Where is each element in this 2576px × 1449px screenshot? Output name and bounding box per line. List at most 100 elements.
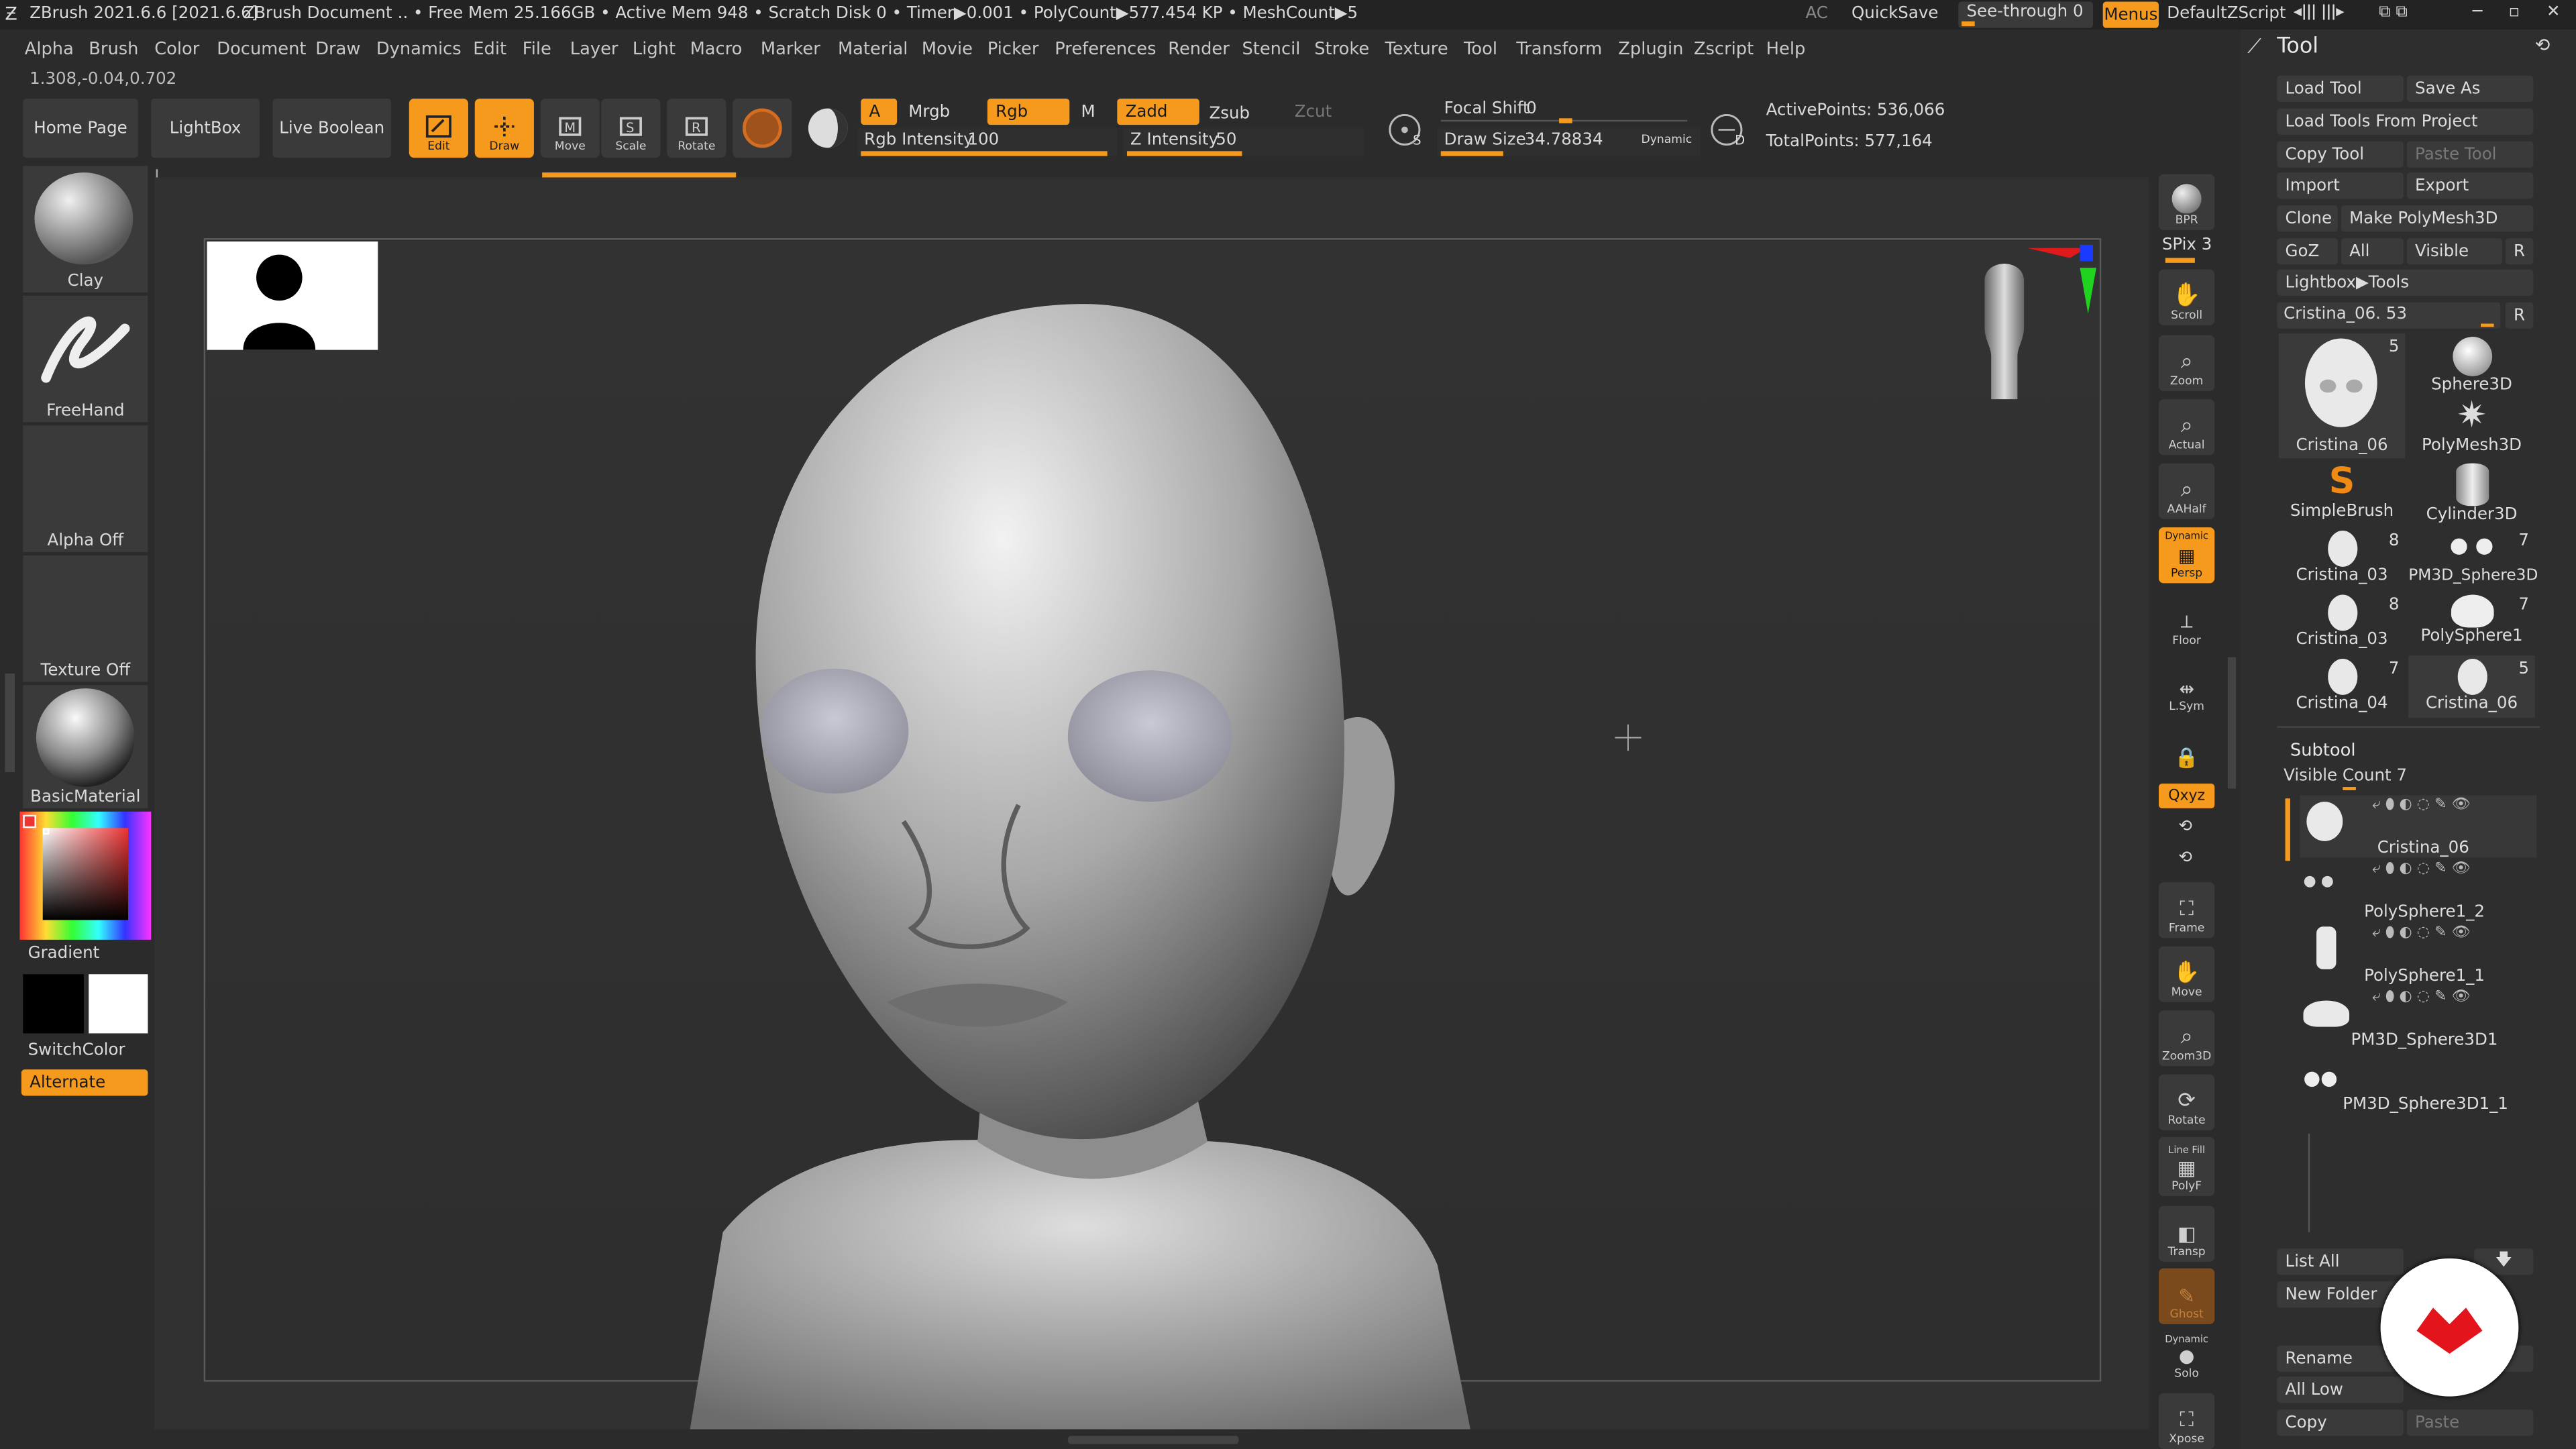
goz-visible-button[interactable]: Visible xyxy=(2406,238,2502,265)
menu-preferences[interactable]: Preferences xyxy=(1055,40,1156,59)
quicksave-button[interactable]: QuickSave xyxy=(1851,6,1938,23)
menu-zplugin[interactable]: Zplugin xyxy=(1618,40,1683,59)
aahalf-button[interactable]: ⌕ AAHalf xyxy=(2158,463,2215,519)
close-icon[interactable]: ✕ xyxy=(2546,4,2561,21)
focal-shift-slider[interactable]: Focal Shift 0 xyxy=(1438,99,1701,125)
menu-texture[interactable]: Texture xyxy=(1385,40,1448,59)
switch-color-button[interactable]: SwitchColor xyxy=(28,1042,125,1059)
lock-button[interactable]: 🔒 xyxy=(2159,723,2214,772)
menus-toggle[interactable]: Menus xyxy=(2102,1,2159,28)
a-toggle[interactable]: A xyxy=(861,98,898,125)
menu-document[interactable]: Document xyxy=(217,40,306,59)
menu-help[interactable]: Help xyxy=(1766,40,1806,59)
frame-button[interactable]: ⛶ Frame xyxy=(2158,882,2215,938)
head-model[interactable] xyxy=(690,279,1479,1430)
right-collapse-handle[interactable] xyxy=(2227,657,2237,789)
zadd-toggle[interactable]: Zadd xyxy=(1117,98,1199,125)
menu-dynamics[interactable]: Dynamics xyxy=(376,40,462,59)
menu-color[interactable]: Color xyxy=(154,40,199,59)
dynamic-mode-toggle[interactable]: D xyxy=(1705,105,1752,154)
menu-draw[interactable]: Draw xyxy=(315,40,360,59)
tool-thumb-polysphere1[interactable]: 7 PolySphere1 xyxy=(2408,592,2535,654)
edit-mode-button[interactable]: Edit xyxy=(409,98,468,158)
menu-brush[interactable]: Brush xyxy=(89,40,138,59)
subtool-item-pm3d-sphere3d1-1[interactable]: ●● PM3D_Sphere3D1_1 xyxy=(2300,1051,2537,1114)
menu-alpha[interactable]: Alpha xyxy=(25,40,74,59)
transp-button[interactable]: ◧ Transp xyxy=(2158,1205,2215,1262)
solo-button[interactable]: Dynamic ● Solo xyxy=(2159,1328,2214,1383)
clone-button[interactable]: Clone xyxy=(2277,205,2338,232)
zcut-toggle[interactable]: Zcut xyxy=(1287,99,1352,125)
menu-material[interactable]: Material xyxy=(838,40,908,59)
y-rotate-icon[interactable]: ⟲ xyxy=(2178,819,2192,836)
menu-edit[interactable]: Edit xyxy=(473,40,506,59)
import-button[interactable]: Import xyxy=(2277,172,2404,199)
home-page-button[interactable]: Home Page xyxy=(23,98,138,158)
tool-pin-icon[interactable]: ⟋ xyxy=(2247,36,2261,56)
scale-mode-button[interactable]: S Scale xyxy=(601,98,661,158)
load-tools-from-project-button[interactable]: Load Tools From Project xyxy=(2277,108,2534,135)
actual-button[interactable]: ⌕ Actual xyxy=(2158,399,2215,455)
mrgb-toggle[interactable]: Mrgb xyxy=(900,99,982,125)
layout-arrows-icon[interactable]: ◂ǀǀǀ ǀǀǀ▸ xyxy=(2294,4,2345,21)
paste-button[interactable]: Paste xyxy=(2406,1409,2534,1436)
menu-stroke[interactable]: Stroke xyxy=(1314,40,1369,59)
rgb-toggle[interactable]: Rgb xyxy=(987,98,1070,125)
z-rotate-icon[interactable]: ⟲ xyxy=(2178,850,2192,867)
menu-marker[interactable]: Marker xyxy=(761,40,820,59)
menu-stencil[interactable]: Stencil xyxy=(1242,40,1300,59)
export-button[interactable]: Export xyxy=(2406,172,2534,199)
default-zscript[interactable]: DefaultZScript xyxy=(2167,6,2286,23)
material-sphere-button[interactable] xyxy=(800,98,856,158)
spix-value[interactable]: SPix 3 xyxy=(2162,237,2212,254)
xyz-button[interactable]: Qxyz xyxy=(2158,784,2215,808)
gradient-label[interactable]: Gradient xyxy=(28,945,100,963)
subtool-item-polysphere1-1[interactable]: PolySphere1_1 ⤶ ⬮ ◐ ◌ ✎ 👁 xyxy=(2300,923,2537,985)
subtool-item-pm3d-sphere3d1[interactable]: PM3D_Sphere3D1 ⤶ ⬮ ◐ ◌ ✎ 👁 xyxy=(2300,987,2537,1050)
subtool-toggles-icon[interactable]: ⤶ ⬮ ◐ ◌ ✎ 👁 xyxy=(2372,798,2470,813)
tool-thumb-cristina-06[interactable]: 5 Cristina_06 xyxy=(2278,333,2406,459)
alternate-button[interactable]: Alternate xyxy=(21,1069,148,1096)
menu-movie[interactable]: Movie xyxy=(922,40,973,59)
menu-tool[interactable]: Tool xyxy=(1464,40,1497,59)
material-slot[interactable]: BasicMaterial xyxy=(23,685,148,808)
save-as-button[interactable]: Save As xyxy=(2406,75,2534,102)
tool-thumb-cristina-06-b[interactable]: 5 Cristina_06 xyxy=(2408,655,2535,718)
subtool-toggles-icon[interactable]: ⤶ ⬮ ◐ ◌ ✎ 👁 xyxy=(2372,990,2470,1006)
subtool-title[interactable]: Subtool xyxy=(2290,743,2356,760)
minimize-icon[interactable]: ─ xyxy=(2473,4,2483,21)
menu-macro[interactable]: Macro xyxy=(690,40,743,59)
tool-thumb-cristina-04[interactable]: 7 Cristina_04 xyxy=(2279,655,2406,718)
subtool-item-polysphere1-2[interactable]: ● ● PolySphere1_2 ⤶ ⬮ ◐ ◌ ✎ 👁 xyxy=(2300,859,2537,922)
draw-size-slider[interactable]: Draw Size 34.78834 Dynamic xyxy=(1437,128,1701,156)
main-color-swatch[interactable] xyxy=(23,974,84,1034)
m-toggle[interactable]: M xyxy=(1073,99,1109,125)
menu-light[interactable]: Light xyxy=(633,40,676,59)
copy-button[interactable]: Copy xyxy=(2277,1409,2404,1436)
rotate-mode-button[interactable]: R Rotate xyxy=(667,98,727,158)
subtool-toggles-icon[interactable]: ⤶ ⬮ ◐ ◌ ✎ 👁 xyxy=(2372,862,2470,877)
lightbox-button[interactable]: LightBox xyxy=(151,98,260,158)
tool-thumb-cylinder3d[interactable]: Cylinder3D xyxy=(2408,463,2535,526)
see-through-slider[interactable]: See-through 0 xyxy=(1958,1,2094,28)
zsub-toggle[interactable]: Zsub xyxy=(1201,100,1283,126)
menu-layer[interactable]: Layer xyxy=(570,40,619,59)
paste-tool-button[interactable]: Paste Tool xyxy=(2406,141,2534,168)
tool-thumb-cristina-03-b[interactable]: 8 Cristina_03 xyxy=(2279,592,2406,654)
dynamic-label[interactable]: Dynamic xyxy=(1642,134,1693,146)
menu-zscript[interactable]: Zscript xyxy=(1694,40,1754,59)
move-mode-button[interactable]: M Move xyxy=(540,98,600,158)
tool-thumb-polymesh3d[interactable]: ✷ PolyMesh3D xyxy=(2408,396,2535,460)
maximize-icon[interactable]: ▫ xyxy=(2509,4,2520,21)
subtool-item-cristina-06[interactable]: Cristina_06 ⤶ ⬮ ◐ ◌ ✎ 👁 xyxy=(2300,795,2537,858)
rgb-intensity-slider[interactable]: Rgb Intensity 100 xyxy=(857,128,1118,156)
brush-slot[interactable]: Clay xyxy=(23,166,148,292)
secondary-color-swatch[interactable] xyxy=(89,974,148,1034)
rotate-view-button[interactable]: ⟳ Rotate xyxy=(2158,1074,2215,1130)
goz-all-button[interactable]: All xyxy=(2341,238,2404,265)
ghost-button[interactable]: ✎ Ghost xyxy=(2158,1268,2215,1324)
stroke-slot[interactable]: FreeHand xyxy=(23,295,148,423)
subtool-toggles-icon[interactable]: ⤶ ⬮ ◐ ◌ ✎ 👁 xyxy=(2372,926,2470,941)
color-picker[interactable] xyxy=(19,811,152,940)
bottom-scroll-handle[interactable] xyxy=(1067,1436,1239,1444)
